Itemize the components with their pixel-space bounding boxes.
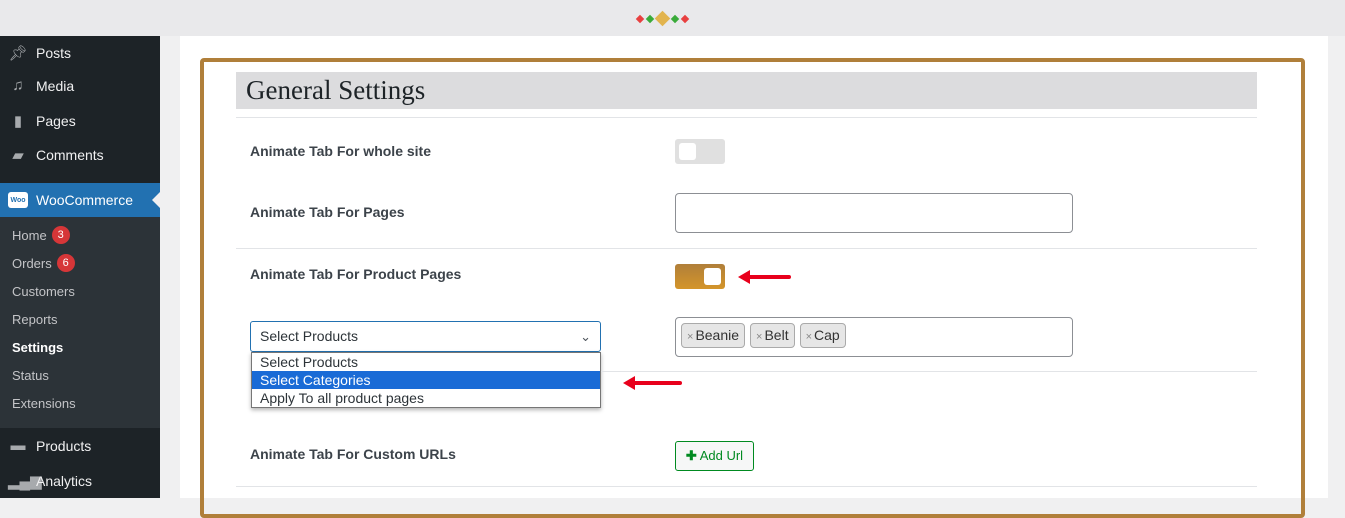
submenu-settings[interactable]: Settings [0, 333, 160, 361]
submenu-customers[interactable]: Customers [0, 277, 160, 305]
submenu-reports[interactable]: Reports [0, 305, 160, 333]
chevron-down-icon: ⌄ [580, 329, 591, 344]
menu-woocommerce[interactable]: Woo WooCommerce [0, 183, 160, 217]
whole-site-label: Animate Tab For whole site [250, 143, 431, 159]
tag-belt: × Belt [750, 323, 795, 348]
home-badge: 3 [51, 226, 70, 244]
arrow-annotation-icon [623, 376, 682, 390]
menu-analytics[interactable]: ▂▄▆ Analytics [0, 464, 160, 498]
top-bar [0, 0, 1345, 36]
divider [601, 371, 1257, 372]
option-select-products[interactable]: Select Products [252, 353, 600, 371]
remove-tag-icon[interactable]: × [756, 331, 762, 343]
pin-icon: 📌︎ [8, 45, 28, 62]
divider [236, 248, 1257, 249]
tag-beanie: × Beanie [681, 323, 746, 348]
tag-cap: × Cap [799, 323, 846, 348]
admin-sidebar: 📌︎ Posts ♫ Media ▮ Pages ▰ Comments Woo WooCo… [0, 36, 160, 498]
menu-comments[interactable]: ▰ Comments [0, 138, 160, 172]
submenu-extensions[interactable]: Extensions [0, 389, 160, 417]
orders-badge: 6 [56, 254, 75, 272]
comment-icon: ▰ [12, 147, 24, 164]
decorative-diamonds-icon [635, 10, 690, 27]
menu-media[interactable]: ♫ Media [0, 69, 160, 103]
media-icon: ♫ [12, 77, 24, 94]
product-scope-dropdown: Select Products Select Categories Apply … [251, 352, 601, 408]
submenu-orders[interactable]: Orders 6 [0, 249, 160, 277]
option-apply-all[interactable]: Apply To all product pages [252, 389, 600, 407]
add-url-button[interactable]: ✚ Add Url [675, 441, 754, 471]
whole-site-toggle[interactable] [675, 139, 725, 164]
plus-icon: ✚ [685, 448, 697, 463]
woo-icon: Woo [8, 192, 28, 208]
divider [236, 486, 1257, 487]
submenu-home[interactable]: Home 3 [0, 221, 160, 249]
archive-icon: ▬ [10, 437, 26, 454]
arrow-annotation-icon [738, 270, 791, 284]
custom-urls-label: Animate Tab For Custom URLs [250, 446, 456, 462]
pages-input[interactable] [675, 193, 1073, 233]
pages-icon: ▮ [13, 113, 23, 130]
menu-pages[interactable]: ▮ Pages [0, 104, 160, 138]
submenu-status[interactable]: Status [0, 361, 160, 389]
woocommerce-submenu: Home 3 Orders 6 Customers Reports Settings… [0, 217, 160, 428]
product-pages-toggle[interactable] [675, 264, 725, 289]
menu-posts[interactable]: 📌︎ Posts [0, 36, 160, 70]
divider [236, 117, 1257, 118]
remove-tag-icon[interactable]: × [806, 331, 812, 343]
products-tag-input[interactable]: × Beanie × Belt × Cap [675, 317, 1073, 357]
option-select-categories[interactable]: Select Categories [252, 371, 600, 389]
product-pages-label: Animate Tab For Product Pages [250, 266, 462, 282]
product-scope-select[interactable]: Select Products ⌄ [250, 321, 601, 352]
page-title: General Settings [236, 72, 1257, 109]
bar-chart-icon: ▂▄▆ [8, 473, 42, 490]
remove-tag-icon[interactable]: × [687, 331, 693, 343]
menu-products[interactable]: ▬ Products [0, 429, 160, 463]
pages-label: Animate Tab For Pages [250, 204, 405, 220]
